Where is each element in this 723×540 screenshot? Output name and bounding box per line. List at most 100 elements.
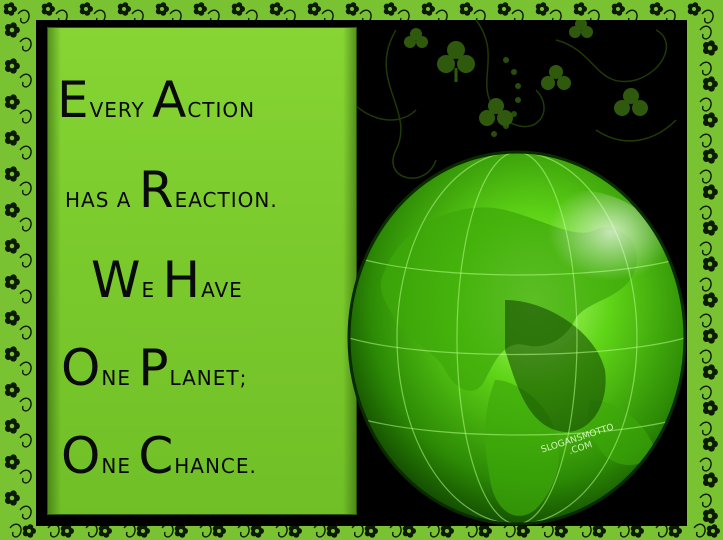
swirl-icon (699, 133, 712, 148)
swirl-icon (19, 217, 32, 232)
flower-icon (702, 112, 718, 128)
flower-icon (288, 524, 302, 538)
slogan-text: ave (201, 278, 243, 302)
swirl-icon (699, 241, 712, 256)
flower-icon (459, 2, 473, 16)
flower-icon (440, 524, 454, 538)
flower-icon (702, 184, 718, 200)
flower-icon (421, 2, 435, 16)
flower-icon (702, 76, 718, 92)
swirl-icon (85, 523, 98, 538)
flower-icon (702, 292, 718, 308)
flower-icon (649, 2, 663, 16)
flower-icon (687, 2, 701, 16)
swirl-icon (19, 109, 32, 124)
flower-icon (98, 524, 112, 538)
swirl-icon (699, 457, 712, 472)
flower-icon (269, 2, 283, 16)
swirl-icon (699, 385, 712, 400)
slogan-card: Every Action has a Reaction. We Have One… (47, 27, 357, 515)
flower-icon (702, 472, 718, 488)
slogan-text: eaction. (174, 188, 278, 212)
flower-icon (4, 202, 20, 218)
flower-icon (4, 346, 20, 362)
flower-icon (702, 256, 718, 272)
flower-icon (60, 524, 74, 538)
flower-icon (611, 2, 625, 16)
swirl-icon (19, 361, 32, 376)
drop-cap: C (138, 427, 175, 485)
flower-icon (573, 2, 587, 16)
swirl-icon (699, 97, 712, 112)
flower-icon (250, 524, 264, 538)
flower-icon (702, 436, 718, 452)
slogan-text: lanet; (169, 366, 248, 390)
swirl-icon (199, 523, 212, 538)
flower-icon (702, 40, 718, 56)
swirl-icon (123, 523, 136, 538)
swirl-icon (465, 523, 478, 538)
swirl-icon (351, 523, 364, 538)
flower-icon (592, 524, 606, 538)
swirl-icon (699, 205, 712, 220)
swirl-icon (699, 277, 712, 292)
flower-icon (136, 524, 150, 538)
slogan-line-3: We Have (91, 255, 243, 305)
slogan-text: ne (101, 454, 139, 478)
flower-icon (155, 2, 169, 16)
swirl-icon (19, 397, 32, 412)
drop-cap: O (61, 339, 102, 397)
flower-icon (4, 58, 20, 74)
swirl-icon (427, 523, 440, 538)
swirl-icon (19, 145, 32, 160)
slogan-line-4: One Planet; (61, 343, 247, 393)
swirl-icon (275, 523, 288, 538)
flower-icon (41, 2, 55, 16)
swirl-icon (693, 523, 706, 538)
flower-icon (383, 2, 397, 16)
swirl-icon (19, 73, 32, 88)
swirl-icon (701, 9, 714, 24)
flower-icon (212, 524, 226, 538)
flower-icon (3, 2, 17, 16)
slogan-line-1: Every Action (57, 75, 255, 125)
flower-icon (231, 2, 245, 16)
flower-icon (554, 524, 568, 538)
slogan-text: hance. (174, 454, 257, 478)
flower-icon (4, 94, 20, 110)
flower-icon (4, 454, 20, 470)
flower-icon (402, 524, 416, 538)
flower-icon (117, 2, 131, 16)
flower-icon (702, 328, 718, 344)
flower-icon (307, 2, 321, 16)
flower-icon (702, 508, 718, 524)
drop-cap: H (162, 251, 202, 309)
drop-cap: O (61, 427, 102, 485)
swirl-icon (699, 493, 712, 508)
swirl-icon (19, 289, 32, 304)
flower-icon (4, 418, 20, 434)
flower-icon (4, 166, 20, 182)
flower-icon (535, 2, 549, 16)
flower-icon (4, 238, 20, 254)
swirl-icon (699, 421, 712, 436)
swirl-icon (237, 523, 250, 538)
slogan-line-2: has a Reaction. (65, 165, 278, 215)
flower-icon (706, 524, 720, 538)
swirl-icon (541, 523, 554, 538)
swirl-icon (699, 313, 712, 328)
swirl-icon (17, 9, 30, 24)
flower-icon (4, 310, 20, 326)
swirl-icon (161, 523, 174, 538)
drop-cap: A (152, 71, 188, 129)
flower-icon (4, 274, 20, 290)
flower-icon (4, 130, 20, 146)
flower-icon (630, 524, 644, 538)
flower-icon (4, 22, 20, 38)
flower-icon (193, 2, 207, 16)
drop-cap: E (57, 71, 90, 129)
flower-icon (702, 148, 718, 164)
swirl-icon (699, 25, 712, 40)
flower-icon (668, 524, 682, 538)
swirl-icon (47, 523, 60, 538)
